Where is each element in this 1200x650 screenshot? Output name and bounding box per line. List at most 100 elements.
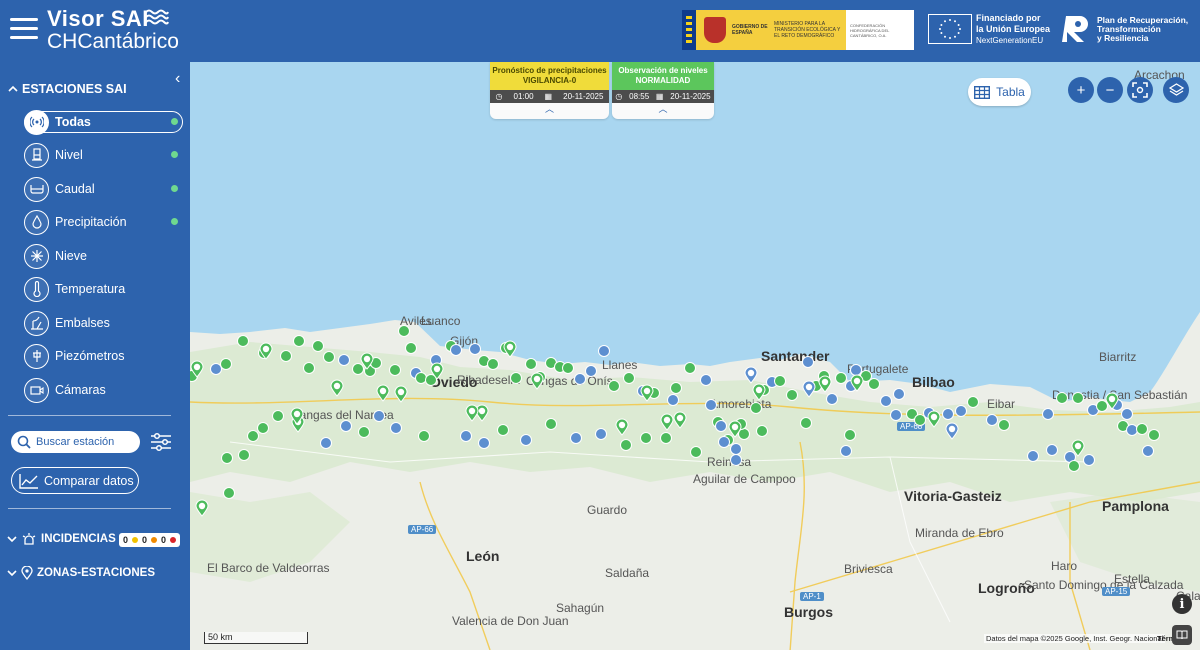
- station-filter-piezometros[interactable]: Piezómetros: [24, 343, 184, 369]
- station-marker-info[interactable]: [1042, 408, 1054, 420]
- station-marker-normal[interactable]: [358, 426, 370, 438]
- station-marker-info[interactable]: [598, 345, 610, 357]
- station-marker-normal[interactable]: [545, 418, 557, 430]
- station-cluster-pin[interactable]: [503, 340, 517, 358]
- station-cluster-pin[interactable]: [465, 404, 479, 422]
- station-marker-normal[interactable]: [640, 432, 652, 444]
- station-marker-info[interactable]: [1027, 450, 1039, 462]
- station-marker-normal[interactable]: [750, 402, 762, 414]
- station-filter-precipitacion[interactable]: Precipitación: [24, 209, 184, 235]
- station-marker-info[interactable]: [700, 374, 712, 386]
- station-marker-normal[interactable]: [398, 325, 410, 337]
- station-marker-normal[interactable]: [670, 382, 682, 394]
- collapse-sidebar-icon[interactable]: ‹: [175, 70, 180, 88]
- stations-section-header[interactable]: ESTACIONES SAI: [8, 82, 127, 96]
- station-cluster-pin[interactable]: [818, 375, 832, 393]
- station-filter-camaras[interactable]: Cámaras: [24, 377, 184, 403]
- station-cluster-pin[interactable]: [802, 380, 816, 398]
- station-marker-normal[interactable]: [487, 358, 499, 370]
- station-marker-normal[interactable]: [510, 372, 522, 384]
- station-marker-info[interactable]: [450, 344, 462, 356]
- station-marker-info[interactable]: [840, 445, 852, 457]
- station-marker-normal[interactable]: [221, 452, 233, 464]
- zones-section-header[interactable]: ZONAS-ESTACIONES: [7, 566, 155, 580]
- station-cluster-pin[interactable]: [850, 374, 864, 392]
- station-marker-info[interactable]: [520, 434, 532, 446]
- station-marker-normal[interactable]: [1148, 429, 1160, 441]
- forecast-card[interactable]: Pronóstico de precipitaciones VIGILANCIA…: [490, 62, 609, 119]
- station-marker-info[interactable]: [942, 408, 954, 420]
- station-marker-info[interactable]: [320, 437, 332, 449]
- station-marker-info[interactable]: [585, 365, 597, 377]
- station-marker-normal[interactable]: [223, 487, 235, 499]
- station-marker-normal[interactable]: [690, 446, 702, 458]
- station-marker-info[interactable]: [893, 388, 905, 400]
- station-cluster-pin[interactable]: [945, 422, 959, 440]
- chevron-up-icon[interactable]: ︿: [612, 103, 714, 115]
- layers-icon[interactable]: [1163, 77, 1189, 103]
- search-input[interactable]: [36, 436, 136, 448]
- table-button[interactable]: Tabla: [968, 78, 1031, 106]
- station-marker-info[interactable]: [826, 393, 838, 405]
- station-marker-info[interactable]: [880, 395, 892, 407]
- station-marker-normal[interactable]: [562, 362, 574, 374]
- zoom-in-icon[interactable]: +: [1068, 77, 1094, 103]
- station-cluster-pin[interactable]: [752, 383, 766, 401]
- menu-button[interactable]: [10, 18, 38, 42]
- station-cluster-pin[interactable]: [330, 379, 344, 397]
- station-marker-normal[interactable]: [257, 422, 269, 434]
- station-marker-normal[interactable]: [405, 342, 417, 354]
- station-cluster-pin[interactable]: [927, 410, 941, 428]
- station-marker-normal[interactable]: [525, 358, 537, 370]
- station-marker-info[interactable]: [469, 343, 481, 355]
- station-cluster-pin[interactable]: [1105, 392, 1119, 410]
- station-marker-normal[interactable]: [1136, 423, 1148, 435]
- station-cluster-pin[interactable]: [360, 352, 374, 370]
- station-marker-normal[interactable]: [237, 335, 249, 347]
- station-marker-normal[interactable]: [1068, 460, 1080, 472]
- station-marker-normal[interactable]: [272, 410, 284, 422]
- station-marker-normal[interactable]: [418, 430, 430, 442]
- station-filter-todas[interactable]: Todas: [24, 109, 184, 135]
- station-marker-normal[interactable]: [620, 439, 632, 451]
- station-marker-info[interactable]: [890, 409, 902, 421]
- station-marker-normal[interactable]: [220, 358, 232, 370]
- station-marker-info[interactable]: [373, 410, 385, 422]
- station-cluster-pin[interactable]: [430, 362, 444, 380]
- station-cluster-pin[interactable]: [376, 384, 390, 402]
- station-marker-normal[interactable]: [660, 432, 672, 444]
- station-marker-info[interactable]: [338, 354, 350, 366]
- station-marker-normal[interactable]: [1056, 392, 1068, 404]
- station-cluster-pin[interactable]: [660, 413, 674, 431]
- station-cluster-pin[interactable]: [640, 384, 654, 402]
- station-cluster-pin[interactable]: [615, 418, 629, 436]
- station-filter-temperatura[interactable]: Temperatura: [24, 276, 184, 302]
- station-marker-info[interactable]: [340, 420, 352, 432]
- station-marker-info[interactable]: [667, 394, 679, 406]
- station-filter-nivel[interactable]: Nivel: [24, 142, 184, 168]
- station-cluster-pin[interactable]: [728, 420, 742, 438]
- station-marker-normal[interactable]: [238, 449, 250, 461]
- station-marker-info[interactable]: [1142, 445, 1154, 457]
- observation-card[interactable]: Observación de niveles NORMALIDAD ◷ 08:5…: [612, 62, 714, 119]
- station-cluster-pin[interactable]: [290, 407, 304, 425]
- fullscreen-icon[interactable]: [1127, 77, 1153, 103]
- incidents-section-header[interactable]: INCIDENCIAS: [7, 532, 116, 546]
- station-filter-nieve[interactable]: Nieve: [24, 243, 184, 269]
- station-marker-normal[interactable]: [389, 364, 401, 376]
- station-marker-normal[interactable]: [868, 378, 880, 390]
- station-marker-info[interactable]: [1121, 408, 1133, 420]
- station-marker-normal[interactable]: [844, 429, 856, 441]
- station-cluster-pin[interactable]: [190, 360, 204, 378]
- station-marker-info[interactable]: [570, 432, 582, 444]
- station-marker-normal[interactable]: [786, 389, 798, 401]
- station-marker-normal[interactable]: [998, 419, 1010, 431]
- station-cluster-pin[interactable]: [744, 366, 758, 384]
- station-marker-normal[interactable]: [623, 372, 635, 384]
- station-marker-normal[interactable]: [967, 396, 979, 408]
- station-cluster-pin[interactable]: [394, 385, 408, 403]
- station-marker-normal[interactable]: [303, 362, 315, 374]
- station-marker-info[interactable]: [460, 430, 472, 442]
- station-marker-normal[interactable]: [312, 340, 324, 352]
- station-marker-normal[interactable]: [608, 380, 620, 392]
